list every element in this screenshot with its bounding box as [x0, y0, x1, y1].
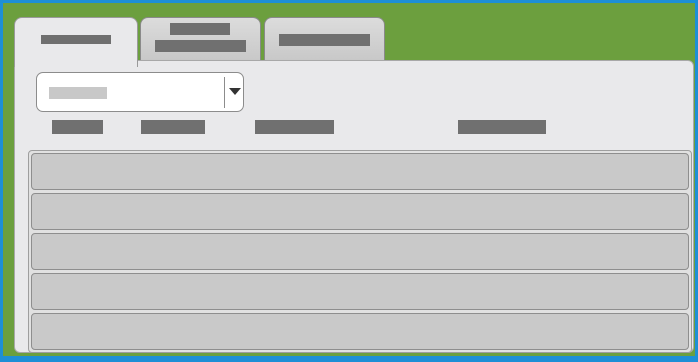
tab-3[interactable] — [264, 17, 385, 65]
dropdown-selected-value — [49, 87, 107, 99]
tab-3-label — [279, 34, 370, 46]
list-row-2[interactable] — [31, 193, 689, 230]
column-header-2 — [141, 120, 205, 134]
tab-2-label-line-1 — [170, 23, 230, 35]
filter-dropdown[interactable] — [36, 72, 244, 112]
dropdown-divider — [224, 77, 225, 108]
window-frame — [0, 0, 698, 362]
column-header-3 — [255, 120, 334, 134]
column-header-1 — [52, 120, 103, 134]
chevron-down-icon[interactable] — [229, 88, 241, 95]
tab-1[interactable] — [14, 17, 138, 67]
item-list — [28, 150, 692, 353]
column-header-4 — [458, 120, 546, 134]
tab-2-label — [155, 40, 246, 52]
tab-2[interactable] — [140, 17, 261, 65]
list-row-1[interactable] — [31, 153, 689, 190]
tab-panel — [14, 60, 694, 353]
list-row-4[interactable] — [31, 273, 689, 310]
list-row-3[interactable] — [31, 233, 689, 270]
tab-1-label — [41, 35, 111, 44]
list-row-5[interactable] — [31, 313, 689, 350]
